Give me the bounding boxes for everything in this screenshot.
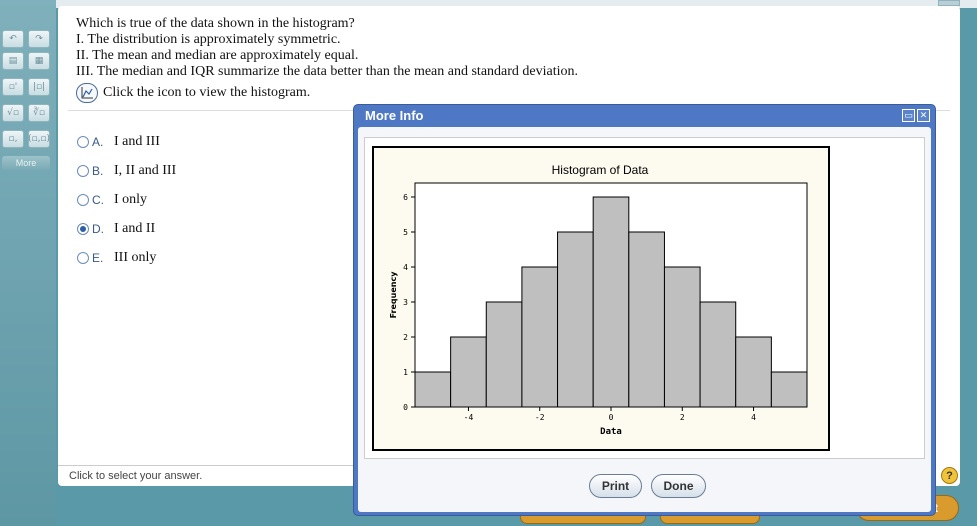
choice-letter: B. <box>92 163 104 178</box>
radio-button[interactable] <box>77 135 89 148</box>
x-axis-label: Data <box>600 427 622 437</box>
choice-letter: A. <box>92 134 104 149</box>
y-tick-label: 0 <box>403 403 408 412</box>
y-tick-label: 1 <box>403 368 408 377</box>
print-button[interactable]: Print <box>589 474 642 498</box>
histogram-prompt: Click the icon to view the histogram. <box>103 85 311 100</box>
y-tick-label: 4 <box>403 263 408 272</box>
choice-text: III only <box>114 249 157 265</box>
toolbar-row: ↶ ↷ <box>2 30 50 48</box>
ordered-pair-icon[interactable]: (▫,▫) <box>28 130 50 148</box>
question-line: II. The mean and median are approximatel… <box>76 48 359 63</box>
content-box: Histogram of Data 0 1 2 3 4 5 6 -4 -2 0 2 4 Data F… <box>364 137 925 459</box>
nth-root-icon[interactable]: ∛▫ <box>28 104 50 122</box>
histogram-link-row: Click the icon to view the histogram. <box>76 83 310 103</box>
question-text: Which is true of the data shown in the h… <box>76 16 578 80</box>
histogram-icon[interactable] <box>76 83 98 103</box>
dialog-body: Histogram of Data 0 1 2 3 4 5 6 -4 -2 0 2 4 Data F… <box>358 127 931 512</box>
histogram-bar <box>592 196 630 408</box>
histogram-bar <box>485 301 523 408</box>
x-tick-label: 4 <box>751 413 756 422</box>
histogram-bar <box>450 336 487 408</box>
histogram-bar <box>770 371 808 408</box>
x-tick-label: 2 <box>680 413 685 422</box>
choice-e[interactable]: E. III only <box>77 243 176 272</box>
toolbar-row: ▫, (▫,▫) <box>2 130 50 148</box>
radio-dot <box>80 225 86 232</box>
y-axis: 0 1 2 3 4 5 6 <box>403 193 415 412</box>
histogram-bar <box>628 231 665 408</box>
radio-button-selected[interactable] <box>77 222 89 235</box>
choice-d[interactable]: D. I and II <box>77 214 176 243</box>
choice-text: I and III <box>114 133 160 149</box>
x-tick-label: 0 <box>609 413 614 422</box>
x-axis: -4 -2 0 2 4 <box>464 407 756 422</box>
answer-choices: A. I and III B. I, II and III C. I only … <box>77 127 176 272</box>
histogram-svg: Histogram of Data 0 1 2 3 4 5 6 -4 -2 0 2 4 Data F… <box>389 163 808 437</box>
redo-icon[interactable]: ↷ <box>28 30 50 48</box>
choice-a[interactable]: A. I and III <box>77 127 176 156</box>
more-button[interactable]: More <box>2 156 50 170</box>
histogram-bar <box>663 266 701 408</box>
choice-letter: E. <box>92 250 104 265</box>
question-line: Which is true of the data shown in the h… <box>76 16 355 31</box>
choice-letter: C. <box>92 192 104 207</box>
x-tick-label: -2 <box>535 413 545 422</box>
question-line: I. The distribution is approximately sym… <box>76 32 341 47</box>
histogram-bar <box>521 266 559 408</box>
help-button[interactable]: ? <box>941 467 958 484</box>
choice-c[interactable]: C. I only <box>77 185 176 214</box>
done-button[interactable]: Done <box>651 474 706 498</box>
dialog-title: More Info <box>365 108 424 123</box>
y-tick-label: 3 <box>403 298 408 307</box>
y-tick-label: 5 <box>403 228 408 237</box>
minimize-icon[interactable]: ▭ <box>902 109 915 122</box>
toolbar-row: √▫ ∛▫ <box>2 104 50 122</box>
status-bar: Click to select your answer. <box>58 465 358 486</box>
absolute-value-icon[interactable]: |▫| <box>28 78 50 96</box>
choice-b[interactable]: B. I, II and III <box>77 156 176 185</box>
radio-button[interactable] <box>77 193 89 206</box>
undo-icon[interactable]: ↶ <box>2 30 24 48</box>
histogram-chart: Histogram of Data 0 1 2 3 4 5 6 -4 -2 0 2 4 Data F… <box>372 146 830 451</box>
y-axis-label: Frequency <box>389 271 398 319</box>
radio-button[interactable] <box>77 251 89 264</box>
y-tick-label: 6 <box>403 193 408 202</box>
histogram-bar <box>414 371 452 408</box>
more-info-dialog: More Info ▭ ✕ Histogram of Data 0 1 2 3 4 5 6 … <box>353 104 936 516</box>
choice-letter: D. <box>92 221 104 236</box>
histogram-bar <box>557 231 594 408</box>
x-tick-label: -4 <box>464 413 474 422</box>
subscript-icon[interactable]: ▫, <box>2 130 24 148</box>
chart-title: Histogram of Data <box>552 163 649 177</box>
question-line: III. The median and IQR summarize the da… <box>76 64 579 79</box>
close-icon[interactable]: ✕ <box>917 109 930 122</box>
mixed-fraction-icon[interactable]: ▦ <box>28 52 50 70</box>
choice-text: I, II and III <box>114 162 177 178</box>
math-toolbar: ↶ ↷ ▤ ▦ ▫' |▫| √▫ ∛▫ ▫, (▫,▫) More <box>0 0 56 526</box>
histogram-bar <box>735 336 772 408</box>
histogram-bar <box>699 301 737 408</box>
square-root-icon[interactable]: √▫ <box>2 104 24 122</box>
y-tick-label: 2 <box>403 333 408 342</box>
choice-text: I and II <box>114 220 156 236</box>
radio-button[interactable] <box>77 164 89 177</box>
choice-text: I only <box>114 191 148 207</box>
exponent-icon[interactable]: ▫' <box>2 78 24 96</box>
fraction-icon[interactable]: ▤ <box>2 52 24 70</box>
toolbar-row: ▤ ▦ <box>2 52 50 70</box>
toolbar-row: ▫' |▫| <box>2 78 50 96</box>
